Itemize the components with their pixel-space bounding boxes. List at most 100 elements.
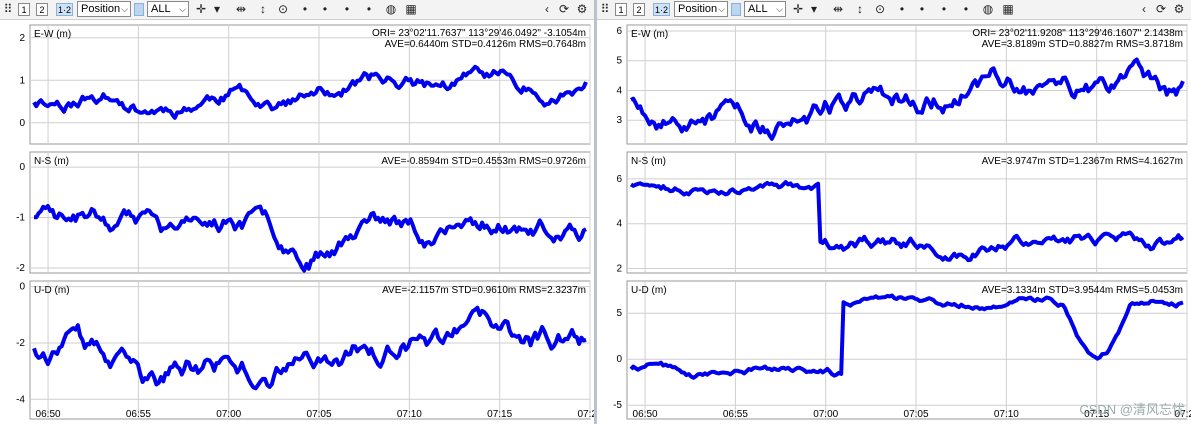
right-sky-image-icon[interactable]: ▦ [1001,1,1015,17]
left-ytick-label: -2 [16,263,25,274]
left-ytick-label: 0 [19,282,25,293]
right-solution-filter-combo-chevron-down-icon: ⌵ [776,4,783,14]
left-xtick-label: 07:15 [487,409,512,420]
right-xtick-label: 07:00 [813,409,838,420]
left-plot-2-button-label: 2 [39,5,45,15]
left-panel-1: -2 -1 0 N-S (m) AVE=-0.8594m STD=0.4553m RMS… [16,151,591,274]
left-panel-0: 0 1 2 E-W (m) ORI= 23°02'11.7637" 113°29'46.… [19,24,591,145]
right-crosshair-icon[interactable]: ✛ [791,1,805,17]
right-refresh-icon[interactable]: ⟳ [1154,1,1168,17]
right-solution-filter-combo[interactable]: ALL ⌵ [744,1,786,17]
left-ytick-label: -2 [16,338,25,349]
left-show-error-icon[interactable]: • [340,1,354,17]
left-toolbar: ⠿ 1 2 1·2 Position ⌵ ALL ⌵ ✛ ▾ ⇹ ↕ ⊙ • • • • ◍ ▦ ‹ ⟳ ⚙ [0,0,594,20]
right-solution-filter-combo-label: ALL [748,3,768,15]
left-stats-text-1: AVE=-0.8594m STD=0.4553m RMS=0.9726m [381,156,586,167]
left-map-layer-icon[interactable]: ◍ [384,1,398,17]
right-ytick-label: 5 [616,56,622,67]
right-ytick-label: 0 [616,354,622,365]
right-xtick-label: 06:55 [723,409,748,420]
right-settings-gear-icon[interactable]: ⚙ [1172,1,1186,17]
left-chart-svg: 0 1 2 E-W (m) ORI= 23°02'11.7637" 113°29'46.… [16,24,594,420]
right-toolbar: ⠿ 1 2 1·2 Position ⌵ ALL ⌵ ✛ ▾ ⇹ ↕ ⊙ • • • • ◍ ▦ ‹ ⟳ ⚙ [597,0,1191,20]
left-fit-horizontal-icon[interactable]: ⇹ [234,1,248,17]
right-ytick-label: 4 [616,219,622,230]
left-center-origin-icon[interactable]: ⊙ [276,1,290,17]
left-solution-filter-combo-chevron-down-icon: ⌵ [179,4,186,14]
left-panel-2: -4 -2 0 U-D (m) AVE=-2.1157m STD=0.9610m RMS… [16,280,591,420]
right-panel-label-2: U-D (m) [631,285,667,296]
right-plot-2-button[interactable]: 2 [633,3,645,16]
right-plot-12-button-label: 1·2 [654,5,668,15]
left-plot-type-combo[interactable]: Position ⌵ [77,1,131,17]
right-plot-2-button-label: 2 [636,5,642,15]
right-plot-1-button-label: 1 [618,5,624,15]
left-xtick-label: 06:55 [126,409,151,420]
right-ytick-label: 6 [616,26,622,37]
right-plot-12-button[interactable]: 1·2 [653,3,670,16]
left-sky-image-icon[interactable]: ▦ [404,1,418,17]
left-settings-gear-icon[interactable]: ⚙ [575,1,589,17]
right-show-lines-icon[interactable]: • [915,1,929,17]
right-origin-text: ORI= 23°02'11.9208" 113°29'46.1607" 2.14… [972,28,1183,39]
left-show-points-icon[interactable]: • [298,1,312,17]
right-chart-svg: 3 4 5 6 E-W (m) ORI= 23°02'11.9208" 113°29'46… [613,24,1191,420]
left-prev-icon[interactable]: ‹ [540,1,554,17]
right-panel-label-1: N-S (m) [631,156,666,167]
left-solution-filter-combo[interactable]: ALL ⌵ [147,1,189,17]
right-ytick-label: 3 [616,115,622,126]
left-xtick-label: 07:10 [397,409,422,420]
right-show-stats-icon[interactable]: • [959,1,973,17]
right-xtick-label: 07:15 [1084,409,1109,420]
left-series-color-swatch[interactable] [134,3,144,16]
right-panel-label-0: E-W (m) [631,29,668,40]
left-fit-vertical-icon[interactable]: ↕ [256,1,270,17]
left-origin-text: ORI= 23°02'11.7637" 113°29'46.0492" -3.1… [372,28,586,39]
left-plot-type-combo-chevron-down-icon: ⌵ [121,4,128,14]
right-crosshair-menu-icon[interactable]: ▾ [809,1,819,17]
right-show-points-icon[interactable]: • [895,1,909,17]
right-prev-icon[interactable]: ‹ [1137,1,1151,17]
left-plot-12-button-label: 1·2 [57,5,71,15]
right-panel-1: 2 4 6 N-S (m) AVE=3.9747m STD=1.2367m RMS=4.… [616,151,1188,275]
right-xtick-label: 07:20 [1174,409,1191,420]
left-crosshair-icon[interactable]: ✛ [194,1,208,17]
left-panel-label-1: N-S (m) [34,156,69,167]
right-fit-vertical-icon[interactable]: ↕ [853,1,867,17]
right-fit-horizontal-icon[interactable]: ⇹ [831,1,845,17]
left-xtick-label: 06:50 [36,409,61,420]
left-plot-12-button[interactable]: 1·2 [56,3,73,16]
right-stats-text-0: AVE=3.8189m STD=0.8827m RMS=3.8718m [982,39,1183,50]
left-panel-frame-2 [29,280,591,420]
left-crosshair-menu-icon[interactable]: ▾ [212,1,222,17]
right-plot-type-combo-chevron-down-icon: ⌵ [718,4,725,14]
left-panel-label-2: U-D (m) [34,285,70,296]
right-show-error-icon[interactable]: • [937,1,951,17]
left-ytick-label: 0 [19,162,25,173]
left-ytick-label: -1 [16,213,25,224]
left-refresh-icon[interactable]: ⟳ [557,1,571,17]
left-solution-filter-combo-label: ALL [151,3,171,15]
left-xtick-label: 07:00 [216,409,241,420]
right-plot-1-button[interactable]: 1 [615,3,627,16]
right-ytick-label: -5 [613,400,622,411]
left-show-lines-icon[interactable]: • [318,1,332,17]
right-plot-type-combo-label: Position [678,3,718,15]
left-plot-2-button[interactable]: 2 [36,3,48,16]
right-stats-text-1: AVE=3.9747m STD=1.2367m RMS=4.1627m [982,156,1183,167]
left-plot-1-button[interactable]: 1 [18,3,30,16]
right-series-color-swatch[interactable] [731,3,741,16]
left-ytick-label: 2 [19,33,25,44]
left-show-stats-icon[interactable]: • [362,1,376,17]
right-plot-type-combo[interactable]: Position ⌵ [674,1,728,17]
right-map-layer-icon[interactable]: ◍ [981,1,995,17]
left-ytick-label: -4 [16,394,25,405]
left-panel-frame-1 [29,151,591,274]
left-stats-text-2: AVE=-2.1157m STD=0.9610m RMS=2.3237m [382,285,586,296]
right-panel-2: -5 0 5 U-D (m) AVE=3.1334m STD=3.9544m RMS=5… [613,280,1188,420]
left-grip-icon: ⠿ [3,2,13,16]
left-stats-text-0: AVE=0.6440m STD=0.4126m RMS=0.7648m [385,39,586,50]
right-center-origin-icon[interactable]: ⊙ [873,1,887,17]
right-xtick-label: 06:50 [633,409,658,420]
right-stats-text-2: AVE=3.1334m STD=3.9544m RMS=5.0453m [982,285,1183,296]
